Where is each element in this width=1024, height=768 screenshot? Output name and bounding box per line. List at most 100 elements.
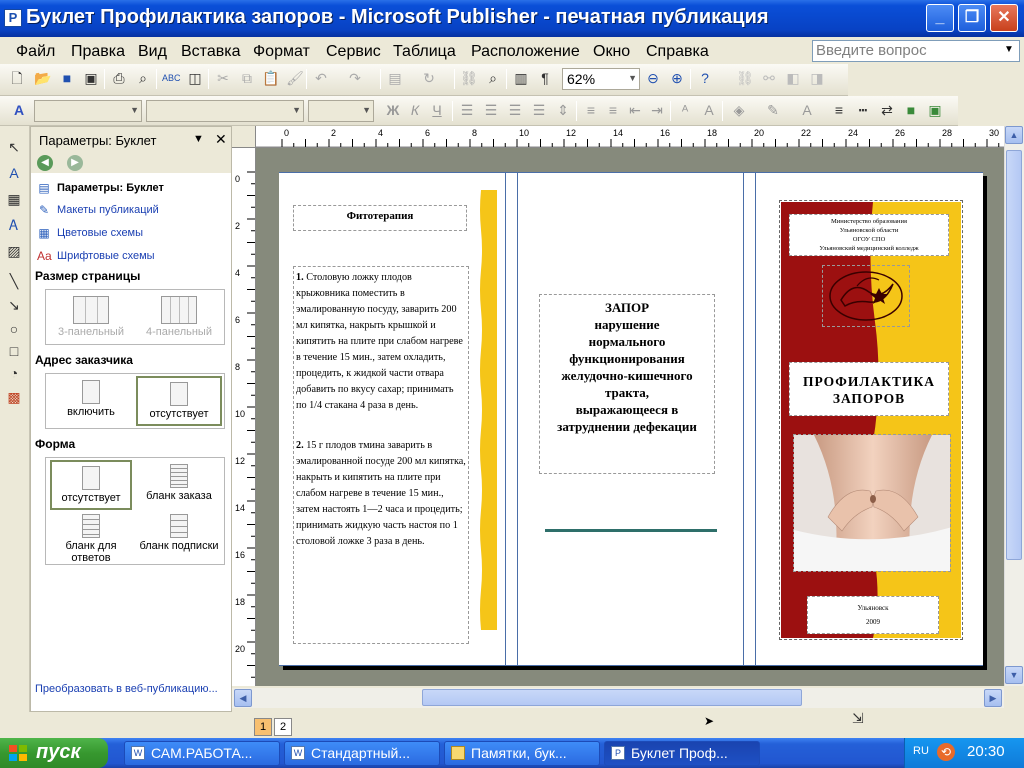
option-form-none[interactable]: отсутствует [50, 460, 132, 510]
align-right-icon[interactable]: ☰ [506, 101, 524, 119]
taskbar-button-buklet[interactable]: P Буклет Проф... [604, 741, 760, 766]
rotate-icon[interactable]: ↻ [420, 69, 438, 87]
picture-icon[interactable]: ▨ [5, 242, 23, 260]
line-spacing-icon[interactable]: ⇕ [554, 101, 572, 119]
maximize-button[interactable]: ❐ [958, 4, 986, 32]
research-icon[interactable]: ◫ [186, 69, 204, 87]
cover-title[interactable]: ПРОФИЛАКТИКА ЗАПОРОВ [789, 362, 949, 416]
heading-phytotherapy[interactable]: Фитотерапия [293, 205, 467, 231]
menu-view[interactable]: Вид [138, 43, 167, 61]
city-year-box[interactable]: Ульяновск 2009 [807, 596, 939, 634]
oval-icon[interactable]: ○ [5, 320, 23, 338]
3d-icon[interactable]: ▣ [926, 101, 944, 119]
language-indicator[interactable]: RU [913, 745, 929, 757]
shadow-icon[interactable]: ■ [902, 101, 920, 119]
bold-icon[interactable]: Ж [384, 101, 402, 119]
menu-tools[interactable]: Сервис [326, 43, 381, 61]
pilcrow-icon[interactable]: ¶ [536, 69, 554, 87]
close-button[interactable]: ✕ [990, 4, 1018, 32]
option-signup-form[interactable]: бланк подписки [134, 514, 224, 552]
styles-icon[interactable]: A [10, 101, 28, 119]
scroll-up-icon[interactable]: ▲ [1005, 126, 1023, 144]
link-frames-icon[interactable]: ⛓ [736, 69, 754, 87]
numbering-icon[interactable]: ≡ [582, 101, 600, 119]
wordart-icon[interactable]: Ꭺ [5, 216, 23, 234]
help-icon[interactable]: ? [696, 69, 714, 87]
format-painter-icon[interactable]: 🖌 [286, 69, 304, 87]
minimize-button[interactable]: _ [926, 4, 954, 32]
menu-help[interactable]: Справка [646, 43, 709, 61]
decrease-font-icon[interactable]: ᴬ [676, 101, 694, 119]
scroll-left-icon[interactable]: ◀ [234, 689, 252, 707]
font-color-icon[interactable]: A [798, 101, 816, 119]
copy-icon[interactable]: ⧉ [238, 69, 256, 87]
zoom-window-icon[interactable]: ⌕ [484, 69, 502, 87]
font-size-select[interactable]: ▼ [308, 100, 374, 122]
design-gallery-icon[interactable]: ▩ [5, 388, 23, 406]
back-icon[interactable]: ◀ [37, 155, 53, 171]
redo-icon[interactable]: ↷ [346, 69, 364, 87]
ruler-corner[interactable] [232, 126, 256, 148]
undo-icon[interactable]: ↶ [312, 69, 330, 87]
font-select[interactable]: ▼ [146, 100, 304, 122]
chevron-down-icon[interactable]: ▼ [1004, 44, 1014, 55]
hyperlink-icon[interactable]: ⛓ [460, 69, 478, 87]
rectangle-icon[interactable]: □ [5, 342, 23, 360]
recipes-text-box[interactable]: 1. Столовую ложку плодов крыжовника поме… [293, 266, 469, 644]
justify-icon[interactable]: ☰ [530, 101, 548, 119]
publisher-app-icon[interactable]: P [4, 9, 22, 27]
increase-font-icon[interactable]: A [700, 101, 718, 119]
arrow-style-icon[interactable]: ⇄ [878, 101, 896, 119]
arrow-icon[interactable]: ↘ [5, 296, 23, 314]
page-tab-1[interactable]: 1 [254, 718, 272, 736]
page-tab-2[interactable]: 2 [274, 718, 292, 736]
option-3-panel[interactable]: 3-панельный [52, 296, 130, 338]
link-font-schemes[interactable]: Шрифтовые схемы [57, 250, 155, 262]
option-include-address[interactable]: включить [50, 376, 132, 426]
option-4-panel[interactable]: 4-панельный [140, 296, 218, 338]
print-preview-icon[interactable]: ⌕ [134, 69, 152, 87]
close-icon[interactable]: ✕ [215, 131, 227, 148]
text-box-icon[interactable]: A [5, 164, 23, 182]
fill-color-icon[interactable]: ◈ [730, 101, 748, 119]
dash-style-icon[interactable]: ┅ [854, 101, 872, 119]
paste-icon[interactable]: 📋 [262, 69, 280, 87]
line-color-icon[interactable]: ✎ [764, 101, 782, 119]
cover-photo[interactable] [793, 434, 951, 572]
definition-text-box[interactable]: ЗАПОР нарушение нормального функциониров… [539, 294, 715, 474]
increase-indent-icon[interactable]: ⇥ [648, 101, 666, 119]
columns-icon[interactable]: ▥ [512, 69, 530, 87]
scroll-down-icon[interactable]: ▼ [1005, 666, 1023, 684]
zoom-in-icon[interactable]: ⊕ [668, 69, 686, 87]
decrease-indent-icon[interactable]: ⇤ [626, 101, 644, 119]
insert-table-icon[interactable]: ▦ [5, 190, 23, 208]
cut-icon[interactable]: ✂ [214, 69, 232, 87]
select-pointer-icon[interactable]: ↖ [5, 138, 23, 156]
start-button[interactable]: пуск [0, 738, 108, 768]
link-publication-designs[interactable]: Макеты публикаций [57, 204, 159, 216]
bullets-icon[interactable]: ≡ [604, 101, 622, 119]
forward-icon[interactable]: ▶ [67, 155, 83, 171]
align-left-icon[interactable]: ☰ [458, 101, 476, 119]
save-icon[interactable]: ■ [58, 69, 76, 87]
line-style-icon[interactable]: ≡ [830, 101, 848, 119]
option-order-form[interactable]: бланк заказа [138, 462, 220, 502]
taskbar-button-sam-rabota[interactable]: W САМ.РАБОТА... [124, 741, 280, 766]
menu-insert[interactable]: Вставка [181, 43, 240, 61]
convert-to-web-link[interactable]: Преобразовать в веб-публикацию... [35, 683, 218, 695]
menu-arrange[interactable]: Расположение [471, 43, 580, 61]
ask-question-input[interactable]: Введите вопрос [812, 40, 1020, 62]
align-center-icon[interactable]: ☰ [482, 101, 500, 119]
menu-window[interactable]: Окно [593, 43, 630, 61]
link-color-schemes[interactable]: Цветовые схемы [57, 227, 143, 239]
tray-app-icon[interactable]: ⟲ [937, 743, 955, 761]
logo-frame[interactable] [822, 265, 910, 327]
zoom-out-icon[interactable]: ⊖ [644, 69, 662, 87]
vertical-ruler[interactable]: 0 2 4 6 8 10 12 14 16 18 20 [232, 148, 256, 686]
chevron-down-icon[interactable]: ▼ [193, 133, 204, 145]
zoom-select[interactable]: 62% ▼ [562, 68, 640, 90]
option-response-form[interactable]: бланк для ответов [50, 514, 132, 564]
style-select[interactable]: ▼ [34, 100, 142, 122]
open-icon[interactable]: 📂 [34, 69, 52, 87]
horizontal-ruler[interactable]: 0 2 4 6 8 10 12 14 16 18 20 22 24 26 28 30 [256, 126, 1004, 148]
